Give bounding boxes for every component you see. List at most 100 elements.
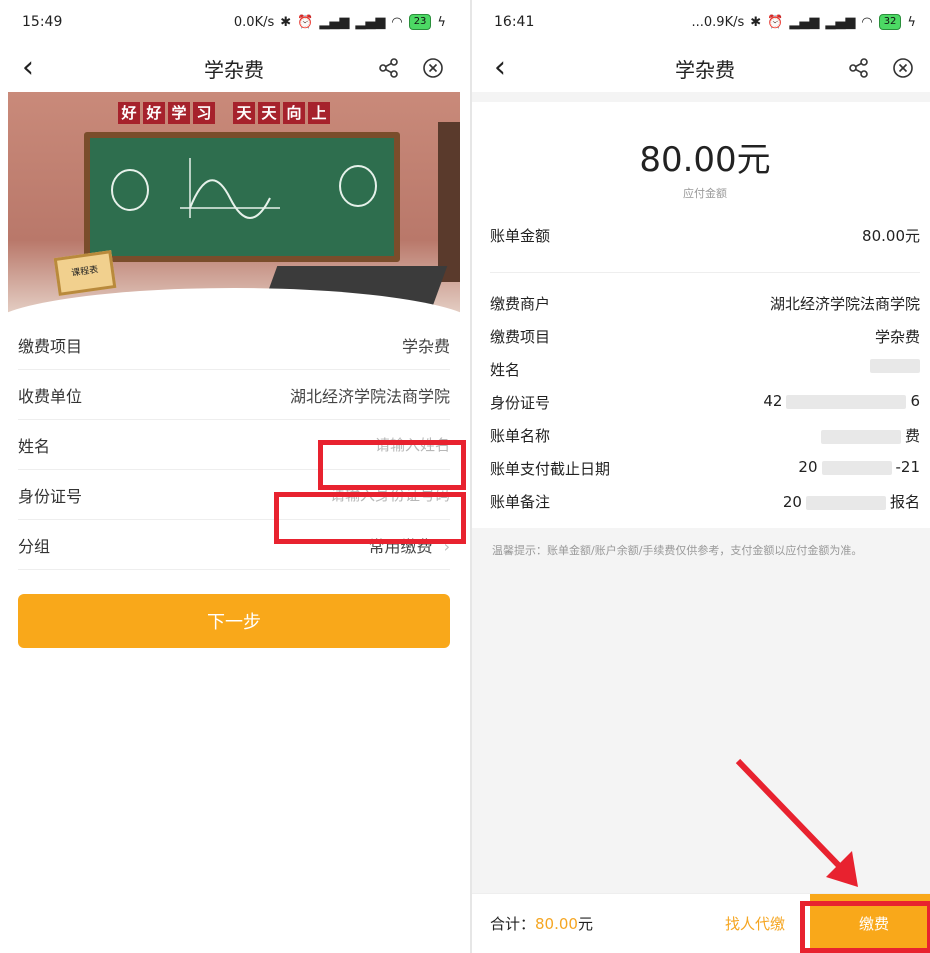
status-time: 15:49 (22, 14, 63, 30)
row-label: 身份证号 (490, 394, 551, 412)
wifi-icon: ◠ (391, 14, 403, 30)
row-payee: 收费单位 湖北经济学院法商学院 (18, 370, 450, 420)
row-label: 分组 (18, 536, 51, 556)
redacted-value (821, 460, 892, 475)
alarm-icon: ⏰ (767, 14, 784, 30)
value-prefix: 20 (782, 493, 802, 511)
schedule-sign: 课程表 (53, 250, 117, 296)
battery-icon: 23 (408, 14, 432, 30)
back-icon[interactable]: ‹ (22, 53, 34, 83)
payable-amount-label: 应付金额 (683, 187, 727, 200)
redacted-value (820, 429, 901, 444)
charging-icon: ϟ (907, 14, 916, 30)
left-screenshot: 15:49 0.0K/s ✱ ⏰ ▂▄▆ ▂▄▆ ◠ 23 ϟ ‹ 学杂费 好 … (0, 0, 468, 953)
highlight-name-input (318, 440, 466, 490)
highlight-pay-button (800, 901, 930, 953)
bluetooth-icon: ✱ (280, 14, 292, 30)
row-label: 账单支付截止日期 (490, 460, 611, 478)
row-label: 账单金额 (490, 227, 551, 245)
signal-icon: ▂▄▆ (789, 14, 820, 30)
next-step-button[interactable]: 下一步 (18, 594, 450, 648)
slogan-char: 天 (258, 102, 280, 124)
right-screenshot: 16:41 ...0.9K/s ✱ ⏰ ▂▄▆ ▂▄▆ ◠ 32 ϟ ‹ 学杂费… (470, 0, 930, 953)
slogan-char: 好 (143, 102, 165, 124)
row-value: 42 6 (763, 392, 920, 413)
nav-bar: ‹ 学杂费 (0, 44, 468, 92)
row-value: 学杂费 (401, 336, 450, 356)
value-suffix: 报名 (889, 493, 920, 511)
row-label: 姓名 (18, 436, 51, 456)
row-value: 80.00元 (862, 227, 920, 245)
wifi-icon: ◠ (861, 14, 873, 30)
banner-illustration: 好 好 学 习 天 天 向 上 课程表 (8, 92, 460, 320)
row-payment-item: 缴费项目 学杂费 (18, 320, 450, 370)
slogan-char: 学 (168, 102, 190, 124)
slogan-char: 天 (233, 102, 255, 124)
row-label: 收费单位 (18, 386, 83, 406)
signal-icon: ▂▄▆ (319, 14, 350, 30)
notice-text: 温馨提示：账单金额/账户余额/手续费仅供参考，支付金额以应付金额为准。 (492, 544, 863, 557)
status-icons: 0.0K/s ✱ ⏰ ▂▄▆ ▂▄▆ ◠ 23 ϟ (234, 14, 446, 30)
share-icon[interactable] (846, 55, 872, 81)
row-label: 身份证号 (18, 486, 83, 506)
bill-amount-row: 账单金额 80.00元 (490, 219, 920, 252)
share-icon[interactable] (376, 55, 402, 81)
total-amount: 合计：80.00元 (472, 913, 700, 934)
total-value: 80.00 (535, 915, 578, 933)
nav-bar: ‹ 学杂费 (472, 44, 930, 92)
row-label: 缴费商户 (490, 295, 551, 313)
ask-someone-to-pay-button[interactable]: 找人代缴 (700, 913, 810, 934)
row-label: 账单备注 (490, 493, 551, 511)
value-prefix: 20 (798, 458, 818, 476)
mini-program-close-icon[interactable] (420, 55, 446, 81)
value-suffix: 费 (904, 427, 920, 445)
row-value: 20 报名 (783, 491, 920, 512)
bill-details: 缴费商户 湖北经济学院法商学院 缴费项目 学杂费 姓名 身份证号 42 6 账单名… (490, 273, 920, 528)
slogan-char: 上 (308, 102, 330, 124)
redacted-value (805, 495, 886, 510)
detail-row: 账单支付截止日期 20 -21 (490, 452, 920, 485)
detail-row: 姓名 (490, 353, 920, 386)
value-prefix: 42 (763, 392, 783, 410)
status-icons: ...0.9K/s ✱ ⏰ ▂▄▆ ▂▄▆ ◠ 32 ϟ (691, 14, 916, 30)
charging-icon: ϟ (437, 14, 446, 30)
battery-icon: 32 (878, 14, 902, 30)
slogan-char: 好 (118, 102, 140, 124)
total-unit: 元 (577, 915, 593, 933)
total-label: 合计： (490, 915, 536, 933)
row-label: 缴费项目 (490, 328, 551, 346)
detail-row: 账单备注 20 报名 (490, 485, 920, 518)
detail-row: 缴费项目 学杂费 (490, 320, 920, 353)
status-bar: 15:49 0.0K/s ✱ ⏰ ▂▄▆ ▂▄▆ ◠ 23 ϟ (0, 0, 468, 44)
slogan-banner: 好 好 学 习 天 天 向 上 (118, 102, 330, 124)
back-icon[interactable]: ‹ (494, 53, 506, 83)
value-suffix: -21 (895, 458, 921, 476)
value-suffix: 6 (910, 392, 920, 410)
signal-icon: ▂▄▆ (825, 14, 856, 30)
network-speed: 0.0K/s (233, 14, 275, 30)
detail-row: 缴费商户 湖北经济学院法商学院 (490, 287, 920, 320)
alarm-icon: ⏰ (297, 14, 314, 30)
row-value: 湖北经济学院法商学院 (289, 386, 450, 406)
network-speed: ...0.9K/s (691, 14, 745, 30)
row-value: 20 -21 (798, 458, 920, 479)
mini-program-close-icon[interactable] (890, 55, 916, 81)
highlight-id-input (274, 492, 466, 544)
signal-icon: ▂▄▆ (355, 14, 386, 30)
row-value: 湖北经济学院法商学院 (769, 295, 920, 313)
bluetooth-icon: ✱ (750, 14, 762, 30)
bill-card: 80.00元 应付金额 账单金额 80.00元 缴费商户 湖北经济学院法商学院 … (472, 102, 930, 528)
red-arrow-annotation (735, 758, 858, 887)
redacted-value (870, 359, 920, 373)
row-label: 缴费项目 (18, 336, 83, 356)
slogan-char: 向 (283, 102, 305, 124)
redacted-value (786, 394, 907, 409)
status-time: 16:41 (494, 14, 535, 30)
detail-row: 身份证号 42 6 (490, 386, 920, 419)
slogan-char: 习 (193, 102, 215, 124)
status-bar: 16:41 ...0.9K/s ✱ ⏰ ▂▄▆ ▂▄▆ ◠ 32 ϟ (472, 0, 930, 44)
row-label: 姓名 (490, 361, 521, 379)
detail-row: 账单名称 费 (490, 419, 920, 452)
window-frame (438, 122, 460, 282)
chalkboard (84, 132, 400, 262)
